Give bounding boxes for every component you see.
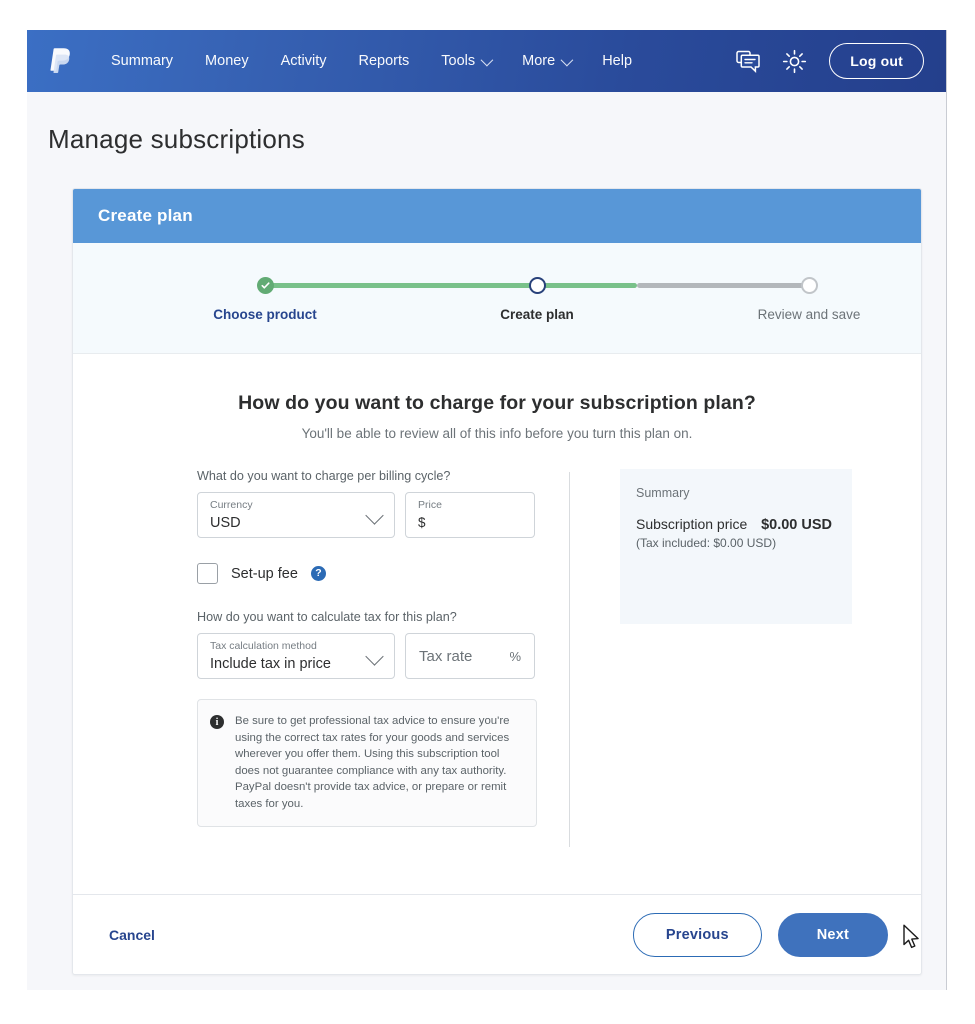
progress-stepper: Choose product Create plan Review and sa… <box>73 243 921 354</box>
paypal-logo-icon[interactable] <box>45 44 75 78</box>
chevron-down-icon <box>480 53 494 66</box>
info-icon: i <box>210 715 224 729</box>
summary-column: Summary Subscription price $0.00 USD (Ta… <box>620 469 852 864</box>
stepper-node-create-plan[interactable] <box>529 277 546 294</box>
summary-title: Summary <box>636 486 690 500</box>
setup-fee-label: Set-up fee <box>231 565 298 582</box>
tax-advice-notice: i Be sure to get professional tax advice… <box>197 699 537 827</box>
nav-item-label: Tools <box>441 53 476 69</box>
form-subheadline: You'll be able to review all of this inf… <box>301 426 693 441</box>
gear-icon[interactable] <box>782 49 807 74</box>
price-label: Price <box>418 499 442 511</box>
tax-method-label: Tax calculation method <box>210 640 317 652</box>
nav-item-label: Summary <box>111 53 174 69</box>
nav-item-activity[interactable]: Activity <box>265 47 343 75</box>
footer-actions: Previous Next <box>632 912 888 957</box>
tax-row: Tax calculation method Include tax in pr… <box>197 633 542 679</box>
nav-item-tools[interactable]: Tools <box>425 47 506 75</box>
currency-label: Currency <box>210 499 253 511</box>
next-button[interactable]: Next <box>777 912 888 957</box>
nav-item-label: Activity <box>280 53 327 69</box>
currency-select[interactable]: Currency USD <box>197 492 395 538</box>
cancel-button[interactable]: Cancel <box>109 927 155 943</box>
card-footer: Cancel Previous Next <box>73 894 921 974</box>
nav-item-label: Reports <box>358 53 410 69</box>
currency-value: USD <box>210 515 241 531</box>
stepper-track-remaining <box>637 283 809 288</box>
check-icon <box>261 282 270 289</box>
logout-button[interactable]: Log out <box>829 43 924 79</box>
chevron-down-icon <box>560 53 574 66</box>
nav-item-label: More <box>522 53 556 69</box>
stepper-track-completed <box>265 283 637 288</box>
tax-advice-text: Be sure to get professional tax advice t… <box>235 715 510 810</box>
nav-item-reports[interactable]: Reports <box>343 47 426 75</box>
summary-price-label: Subscription price <box>636 516 748 532</box>
top-navigation-bar: Summary Money Activity Reports Tools Mor… <box>27 30 946 92</box>
tax-method-value: Include tax in price <box>210 656 331 672</box>
tax-rate-placeholder: Tax rate <box>419 647 473 665</box>
nav-item-money[interactable]: Money <box>189 47 265 75</box>
billing-cycle-question: What do you want to charge per billing c… <box>197 469 451 483</box>
page-title: Manage subscriptions <box>48 124 305 154</box>
form-headline: How do you want to charge for your subsc… <box>238 392 756 414</box>
setup-fee-checkbox[interactable] <box>197 563 218 584</box>
nav-item-summary[interactable]: Summary <box>95 47 189 75</box>
card-header-title: Create plan <box>73 189 921 243</box>
form-column: What do you want to charge per billing c… <box>197 469 542 864</box>
column-divider <box>569 472 570 847</box>
stepper-node-choose-product[interactable] <box>257 277 274 294</box>
nav-item-label: Money <box>205 53 249 69</box>
nav-actions: Log out <box>736 43 924 79</box>
message-icon[interactable] <box>736 50 761 73</box>
summary-panel: Summary Subscription price $0.00 USD (Ta… <box>620 469 852 624</box>
nav-links: Summary Money Activity Reports Tools Mor… <box>95 47 736 75</box>
question-mark-icon[interactable]: ? <box>310 566 326 581</box>
tax-calculation-question: How do you want to calculate tax for thi… <box>197 610 457 624</box>
browser-viewport: Summary Money Activity Reports Tools Mor… <box>27 30 947 990</box>
previous-button[interactable]: Previous <box>632 912 762 957</box>
card-body: How do you want to charge for your subsc… <box>73 354 921 974</box>
stepper-node-review-and-save[interactable] <box>801 277 818 294</box>
nav-item-help[interactable]: Help <box>586 47 648 75</box>
currency-price-row: Currency USD Price $ <box>197 492 542 538</box>
stepper-label-choose-product[interactable]: Choose product <box>213 307 317 322</box>
summary-price-value: $0.00 USD <box>761 517 832 533</box>
tax-rate-input[interactable]: Tax rate % <box>405 633 535 679</box>
form-columns: What do you want to charge per billing c… <box>73 469 921 864</box>
price-input[interactable]: Price $ <box>405 492 535 538</box>
tax-method-select[interactable]: Tax calculation method Include tax in pr… <box>197 633 395 679</box>
percent-suffix: % <box>509 648 521 664</box>
summary-tax-note: (Tax included: $0.00 USD) <box>636 536 777 550</box>
stepper-label-create-plan: Create plan <box>500 307 574 322</box>
stepper-label-review-and-save: Review and save <box>757 307 861 322</box>
summary-price-row: Subscription price $0.00 USD <box>636 516 832 533</box>
create-plan-card: Create plan Choose product Create plan R… <box>72 188 922 975</box>
setup-fee-row: Set-up fee ? <box>197 563 542 584</box>
nav-item-more[interactable]: More <box>506 47 586 75</box>
nav-item-label: Help <box>602 53 633 69</box>
price-value: $ <box>418 515 426 530</box>
